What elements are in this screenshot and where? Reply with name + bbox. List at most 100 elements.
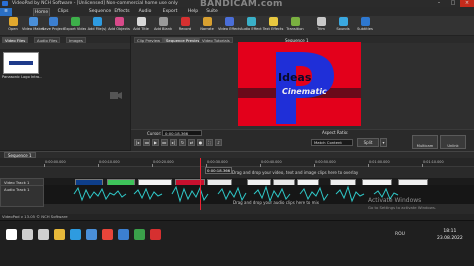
tab-home[interactable]: Home (33, 8, 50, 16)
text-effects-icon (268, 17, 278, 26)
tab-clips[interactable]: Clips (55, 8, 71, 16)
timeline-ruler[interactable] (0, 158, 474, 167)
ribbon-button-label: Add Blank (153, 27, 173, 31)
tab-suite[interactable]: Suite (204, 8, 220, 16)
ribbon-button-label: Add Objects (108, 27, 130, 31)
video-drop-hint: Drag and drop your video, text and image… (232, 170, 359, 175)
ruler-tick-label: 0:00:00.000 (45, 160, 66, 164)
aspect-ratio-select[interactable]: Match Content (311, 139, 353, 146)
file-menu-button[interactable]: ≡ (0, 8, 12, 16)
loop-icon[interactable]: ↻ (179, 139, 186, 146)
ribbon-button-label: Audio Effects (240, 27, 262, 31)
audio-track-header[interactable]: Audio Track 1 (0, 185, 44, 207)
video-maker-icon (28, 17, 38, 26)
windows-taskbar (0, 220, 474, 266)
transition-button[interactable]: Transition (284, 17, 306, 35)
taskbar-clock[interactable]: 18:11 23.08.2022 (437, 228, 463, 242)
minimize-button[interactable]: – (432, 0, 446, 7)
preview-frame-graphic: Ideas Cinematic (238, 42, 361, 126)
shuffle-icon[interactable]: ⇄ (188, 139, 195, 146)
audio-effects-button[interactable]: Audio Effects (240, 17, 262, 35)
video-preview-frame[interactable]: Ideas Cinematic (238, 42, 361, 126)
trim-button[interactable]: Trim (310, 17, 332, 35)
ribbon-button-label: Subtitles (357, 27, 373, 31)
ribbon-button-label: Sounds (336, 27, 350, 31)
video-maker-button[interactable]: Video Maker (22, 17, 44, 35)
chrome-icon[interactable] (102, 229, 113, 240)
add-title-button[interactable]: Add Title (130, 17, 152, 35)
save-icon (48, 17, 58, 26)
ribbon-button-label: Trim (317, 27, 325, 31)
ruler-tick-label: 0:00:50.000 (315, 160, 336, 164)
activate-windows-title: Activate Windows (368, 197, 422, 204)
unlink-button[interactable]: Unlink (440, 135, 466, 149)
tab-export[interactable]: Export (160, 8, 180, 16)
ribbon-button-label: Text Effects (262, 27, 284, 31)
fullscreen-icon[interactable]: ⛶ (206, 139, 213, 146)
add-blank-button[interactable]: Add Blank (152, 17, 174, 35)
mail-icon[interactable] (118, 229, 129, 240)
tray-language[interactable]: ROU (395, 232, 405, 237)
open-folder-button[interactable]: Open (2, 17, 24, 35)
volume-icon[interactable]: ♪ (215, 139, 222, 146)
export-video-button[interactable]: Export Video (64, 17, 86, 35)
bandicam-icon[interactable] (150, 229, 161, 240)
ribbon-button-label: Add Title (133, 27, 149, 31)
video-effects-icon (224, 17, 234, 26)
media-thumbnail[interactable] (3, 52, 39, 74)
ribbon-button-label: Transition (286, 27, 304, 31)
ruler-tick-label: 0:01:10.000 (423, 160, 444, 164)
playhead[interactable] (200, 158, 201, 210)
multicam-button[interactable]: Multicam (412, 135, 438, 149)
store-icon[interactable] (86, 229, 97, 240)
add-blank-icon (158, 17, 168, 26)
go-to-start-icon[interactable]: |◂ (134, 139, 141, 146)
clock-time: 18:11 (443, 229, 457, 234)
file-explorer-icon[interactable] (54, 229, 65, 240)
menu-bar (0, 7, 474, 16)
activate-windows-subtitle: Go to Settings to activate Windows. (368, 205, 437, 210)
edge-browser-icon[interactable] (70, 229, 81, 240)
record-button[interactable]: Record (174, 17, 196, 35)
play-icon[interactable]: ▶ (152, 139, 159, 146)
save-button[interactable]: Save Project (42, 17, 64, 35)
close-button[interactable]: × (460, 0, 474, 7)
ribbon-button-label: Export Video (64, 27, 86, 31)
ribbon-button-label: Add File(s) (87, 27, 107, 31)
record-icon[interactable]: ● (197, 139, 204, 146)
app-icon (2, 1, 8, 6)
export-video-icon (70, 17, 80, 26)
go-to-end-icon[interactable]: ▸| (170, 139, 177, 146)
tab-sequence[interactable]: Sequence (88, 8, 112, 16)
audio-drop-hint: Drag and drop your audio clips here to m… (233, 200, 320, 205)
split-button[interactable]: Split (357, 138, 379, 147)
clock-date: 23.08.2022 (437, 236, 463, 241)
frame-subtitle-text: Cinematic (282, 87, 327, 96)
videopad-icon[interactable] (134, 229, 145, 240)
tab-help[interactable]: Help (184, 8, 202, 16)
search-icon[interactable] (22, 229, 33, 240)
video-effects-button[interactable]: Video Effects (218, 17, 240, 35)
cursor-time-field[interactable]: 0:00:18.366 (162, 130, 202, 136)
add-objects-button[interactable]: Add Objects (108, 17, 130, 35)
tab-effects[interactable]: Effects (112, 8, 132, 16)
ruler-tick-label: 0:00:30.000 (207, 160, 228, 164)
text-effects-button[interactable]: Text Effects (262, 17, 284, 35)
sounds-button[interactable]: Sounds (332, 17, 354, 35)
tab-audio[interactable]: Audio (136, 8, 154, 16)
ruler-tick-label: 0:00:20.000 (153, 160, 174, 164)
open-folder-icon (8, 17, 18, 26)
maximize-button[interactable]: □ (446, 0, 460, 7)
split-dropdown-icon[interactable]: ▾ (380, 138, 387, 147)
subtitles-icon (360, 17, 370, 26)
step-back-icon[interactable]: ◂◂ (143, 139, 150, 146)
ruler-tick-label: 0:00:40.000 (261, 160, 282, 164)
cursor-label: Cursor: (147, 131, 162, 136)
task-view-icon[interactable] (38, 229, 49, 240)
windows-start-icon[interactable] (6, 229, 17, 240)
step-forward-icon[interactable]: ▸▸ (161, 139, 168, 146)
narrate-button[interactable]: Narrate (196, 17, 218, 35)
trim-icon (316, 17, 326, 26)
subtitles-button[interactable]: Subtitles (354, 17, 376, 35)
add-files-button[interactable]: Add File(s) (86, 17, 108, 35)
